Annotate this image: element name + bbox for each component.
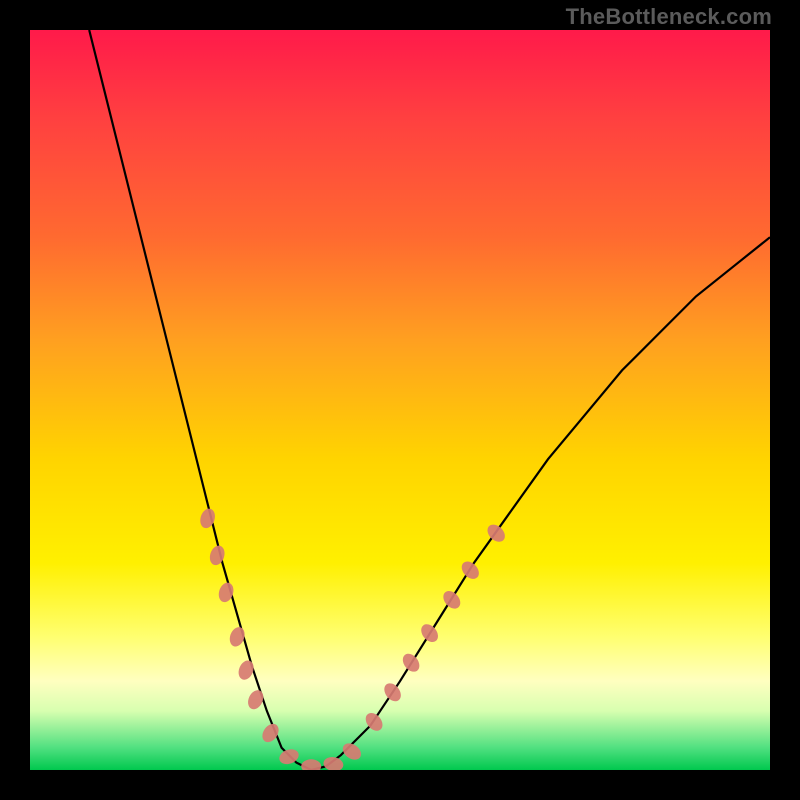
marker-right-upper-16	[458, 558, 482, 582]
plot-area	[30, 30, 770, 770]
marker-right-upper-15	[440, 588, 464, 612]
marker-bottom-9	[322, 755, 344, 770]
bottleneck-curve-path	[89, 30, 770, 770]
marker-left-upper-1	[207, 544, 226, 567]
marker-bottom-8	[301, 759, 321, 770]
marker-right-lower-12	[381, 680, 404, 704]
chart-frame: TheBottleneck.com	[0, 0, 800, 800]
marker-right-mid-14	[418, 621, 442, 645]
marker-right-top-17	[484, 521, 508, 545]
curve-group	[89, 30, 770, 770]
marker-left-lower-3	[227, 625, 247, 649]
watermark-text: TheBottleneck.com	[566, 4, 772, 30]
marker-right-mid-13	[399, 651, 422, 675]
chart-svg	[30, 30, 770, 770]
marker-left-lower-4	[236, 658, 256, 682]
